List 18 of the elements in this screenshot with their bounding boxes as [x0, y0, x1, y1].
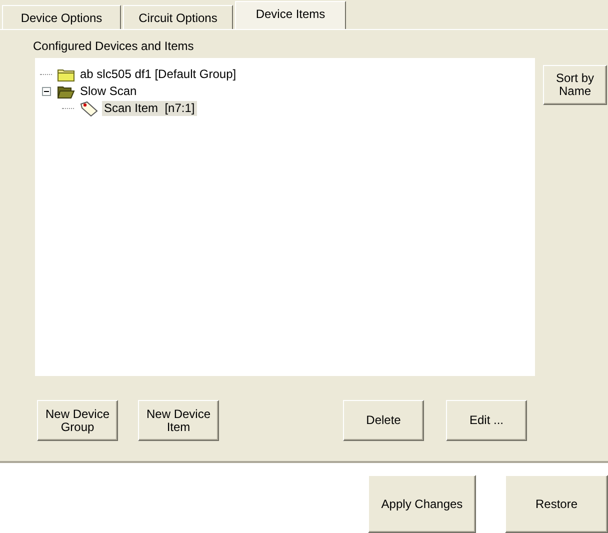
- apply-button[interactable]: Apply Changes: [368, 475, 476, 533]
- collapse-icon[interactable]: [42, 87, 50, 96]
- new-group-button[interactable]: New Device Group: [37, 400, 118, 441]
- new-item-button[interactable]: New Device Item: [138, 400, 219, 441]
- edit-button[interactable]: Edit ...: [446, 400, 527, 441]
- sort-button[interactable]: Sort by Name: [543, 65, 607, 105]
- restore-button[interactable]: Restore: [505, 475, 608, 533]
- open-folder-icon: [57, 84, 75, 98]
- tab[interactable]: Device Options: [2, 5, 121, 29]
- tree-item[interactable]: Slow Scan: [78, 84, 139, 99]
- tree-item[interactable]: ab slc505 df1 [Default Group]: [78, 67, 238, 82]
- tab[interactable]: Device Items: [235, 1, 346, 29]
- tree-label: Configured Devices and Items: [33, 39, 195, 55]
- folder-icon: [57, 68, 75, 82]
- tree-item[interactable]: Scan Item [n7:1]: [102, 101, 197, 116]
- tab[interactable]: Circuit Options: [123, 5, 233, 29]
- tag-icon: [79, 100, 99, 116]
- delete-button[interactable]: Delete: [343, 400, 424, 441]
